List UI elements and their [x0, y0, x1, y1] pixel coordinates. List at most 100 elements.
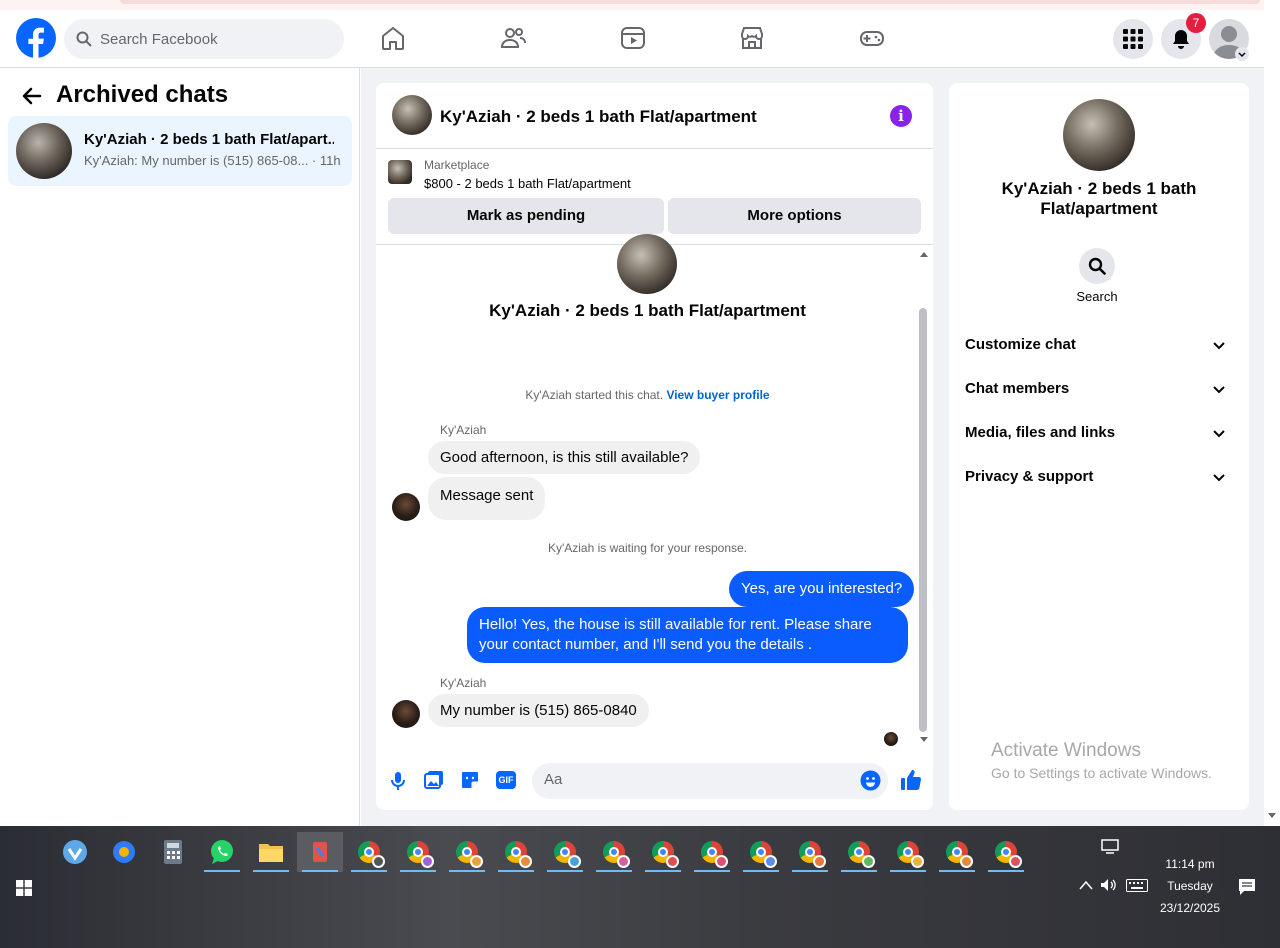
taskbar-chrome-profile-13[interactable] [937, 832, 977, 872]
section-label: Customize chat [965, 336, 1076, 353]
notification-badge: 7 [1186, 13, 1206, 33]
chrome-icon [505, 841, 532, 868]
view-buyer-profile-link[interactable]: View buyer profile [666, 388, 769, 402]
chat-intro-avatar [617, 234, 677, 294]
notification-center-icon[interactable] [1238, 878, 1256, 896]
sticker-icon[interactable] [460, 770, 480, 790]
more-options-button[interactable]: More options [668, 198, 921, 234]
mark-as-pending-button[interactable]: Mark as pending [388, 198, 664, 234]
photo-icon[interactable] [424, 770, 444, 790]
friends-icon[interactable] [499, 24, 527, 52]
avatar[interactable] [1063, 99, 1135, 171]
page-scroll-down-icon[interactable] [1267, 812, 1277, 820]
clock-time[interactable]: 11:14 pm [1150, 857, 1230, 871]
taskbar-file-explorer[interactable] [251, 832, 291, 872]
video-icon[interactable] [619, 24, 647, 52]
account-chevron-icon[interactable] [1235, 47, 1249, 61]
activate-windows-subtext: Go to Settings to activate Windows. [991, 765, 1212, 781]
message-input[interactable] [544, 771, 844, 788]
active-indicator [596, 870, 632, 872]
taskbar-calculator[interactable] [153, 832, 193, 872]
active-indicator [253, 870, 289, 872]
home-icon[interactable] [379, 24, 407, 52]
taskbar-chrome-profile-1[interactable] [349, 832, 389, 872]
taskbar-chrome-profile-10[interactable] [790, 832, 830, 872]
taskbar-chrome-profile-14[interactable] [986, 832, 1026, 872]
chrome-icon [652, 841, 679, 868]
top-navigation-bar: 7 [0, 10, 1264, 68]
list-item[interactable]: Ky'Aziah · 2 beds 1 bath Flat/apart... K… [8, 116, 352, 186]
chat-preview: Ky'Aziah: My number is (515) 865-08... ·… [84, 153, 341, 168]
listing-title[interactable]: $800 - 2 beds 1 bath Flat/apartment [424, 176, 631, 191]
gif-button[interactable]: GIF [496, 771, 516, 789]
emoji-icon[interactable] [860, 770, 881, 791]
chat-members-section[interactable]: Chat members [965, 369, 1233, 409]
taskbar-chrome-profile-5[interactable] [545, 832, 585, 872]
incoming-message[interactable]: My number is (515) 865-0840 [428, 694, 649, 727]
taskbar-chrome-profile-12[interactable] [888, 832, 928, 872]
search-bar[interactable] [64, 19, 344, 59]
active-indicator [743, 870, 779, 872]
microphone-icon[interactable] [389, 771, 407, 791]
taskbar-chrome-profile-4[interactable] [496, 832, 536, 872]
like-thumb-icon[interactable] [900, 769, 922, 791]
menu-button[interactable] [1113, 19, 1153, 59]
network-icon[interactable] [1101, 839, 1119, 855]
chrome-icon [603, 841, 630, 868]
windows-taskbar: 11:14 pm Tuesday 23/12/2025 [0, 826, 1280, 948]
listing-thumbnail[interactable] [388, 160, 412, 184]
customize-chat-section[interactable]: Customize chat [965, 325, 1233, 365]
taskbar-chrome-profile-11[interactable] [839, 832, 879, 872]
sender-avatar[interactable] [392, 700, 420, 728]
media-files-links-section[interactable]: Media, files and links [965, 413, 1233, 453]
sender-avatar[interactable] [392, 493, 420, 521]
scrollbar-thumb[interactable] [919, 308, 927, 732]
gaming-icon[interactable] [858, 24, 886, 52]
page-title: Archived chats [56, 81, 229, 108]
activate-windows-watermark: Activate Windows [991, 740, 1141, 761]
avatar[interactable] [392, 95, 432, 135]
search-input[interactable] [100, 30, 320, 48]
taskbar-whatsapp[interactable] [202, 832, 242, 872]
whatsapp-icon [211, 840, 233, 864]
search-label: Search [1076, 289, 1118, 304]
clock-date[interactable]: 23/12/2025 [1150, 901, 1230, 915]
taskbar-app-2[interactable] [104, 832, 144, 872]
windows-start-icon[interactable] [16, 880, 32, 896]
active-indicator [988, 870, 1024, 872]
marketplace-icon[interactable] [738, 24, 766, 52]
taskbar-chrome-profile-6[interactable] [594, 832, 634, 872]
archived-chats-pane: Archived chats Ky'Aziah · 2 beds 1 bath … [0, 68, 360, 826]
message-composer[interactable] [532, 763, 888, 799]
chevron-up-icon[interactable] [1079, 880, 1093, 890]
incoming-message[interactable]: Good afternoon, is this still available? [428, 441, 701, 474]
sender-name: Ky'Aziah [440, 676, 487, 690]
outgoing-message[interactable]: Hello! Yes, the house is still available… [467, 607, 908, 663]
page-scrollbar[interactable] [1264, 0, 1280, 826]
outgoing-message[interactable]: Yes, are you interested? [729, 571, 915, 607]
volume-icon[interactable] [1100, 878, 1118, 892]
clock-day[interactable]: Tuesday [1150, 879, 1230, 893]
active-indicator [204, 870, 240, 872]
taskbar-active-app[interactable] [297, 832, 343, 872]
taskbar-app-1[interactable] [55, 832, 95, 872]
taskbar-chrome-profile-2[interactable] [398, 832, 438, 872]
facebook-logo[interactable] [16, 18, 56, 58]
chevron-down-icon [1213, 342, 1225, 350]
taskbar-chrome-profile-8[interactable] [692, 832, 732, 872]
scroll-down-arrow-icon[interactable] [919, 736, 929, 744]
scroll-up-arrow-icon[interactable] [919, 250, 929, 258]
privacy-support-section[interactable]: Privacy & support [965, 457, 1233, 497]
taskbar-chrome-profile-7[interactable] [643, 832, 683, 872]
chrome-icon [407, 841, 434, 868]
info-icon[interactable]: i [890, 105, 912, 127]
taskbar-chrome-profile-9[interactable] [741, 832, 781, 872]
details-name: Ky'Aziah · 2 beds 1 bath Flat/apartment [1001, 179, 1197, 218]
keyboard-icon[interactable] [1126, 879, 1148, 892]
chat-started-notice: Ky'Aziah started this chat. View buyer p… [376, 388, 919, 402]
taskbar-chrome-profile-3[interactable] [447, 832, 487, 872]
search-in-chat-button[interactable] [1079, 248, 1115, 284]
back-arrow-icon[interactable] [20, 84, 44, 108]
incoming-message[interactable]: Message sent [428, 477, 546, 520]
chat-title[interactable]: Ky'Aziah · 2 beds 1 bath Flat/apartment [440, 107, 757, 127]
